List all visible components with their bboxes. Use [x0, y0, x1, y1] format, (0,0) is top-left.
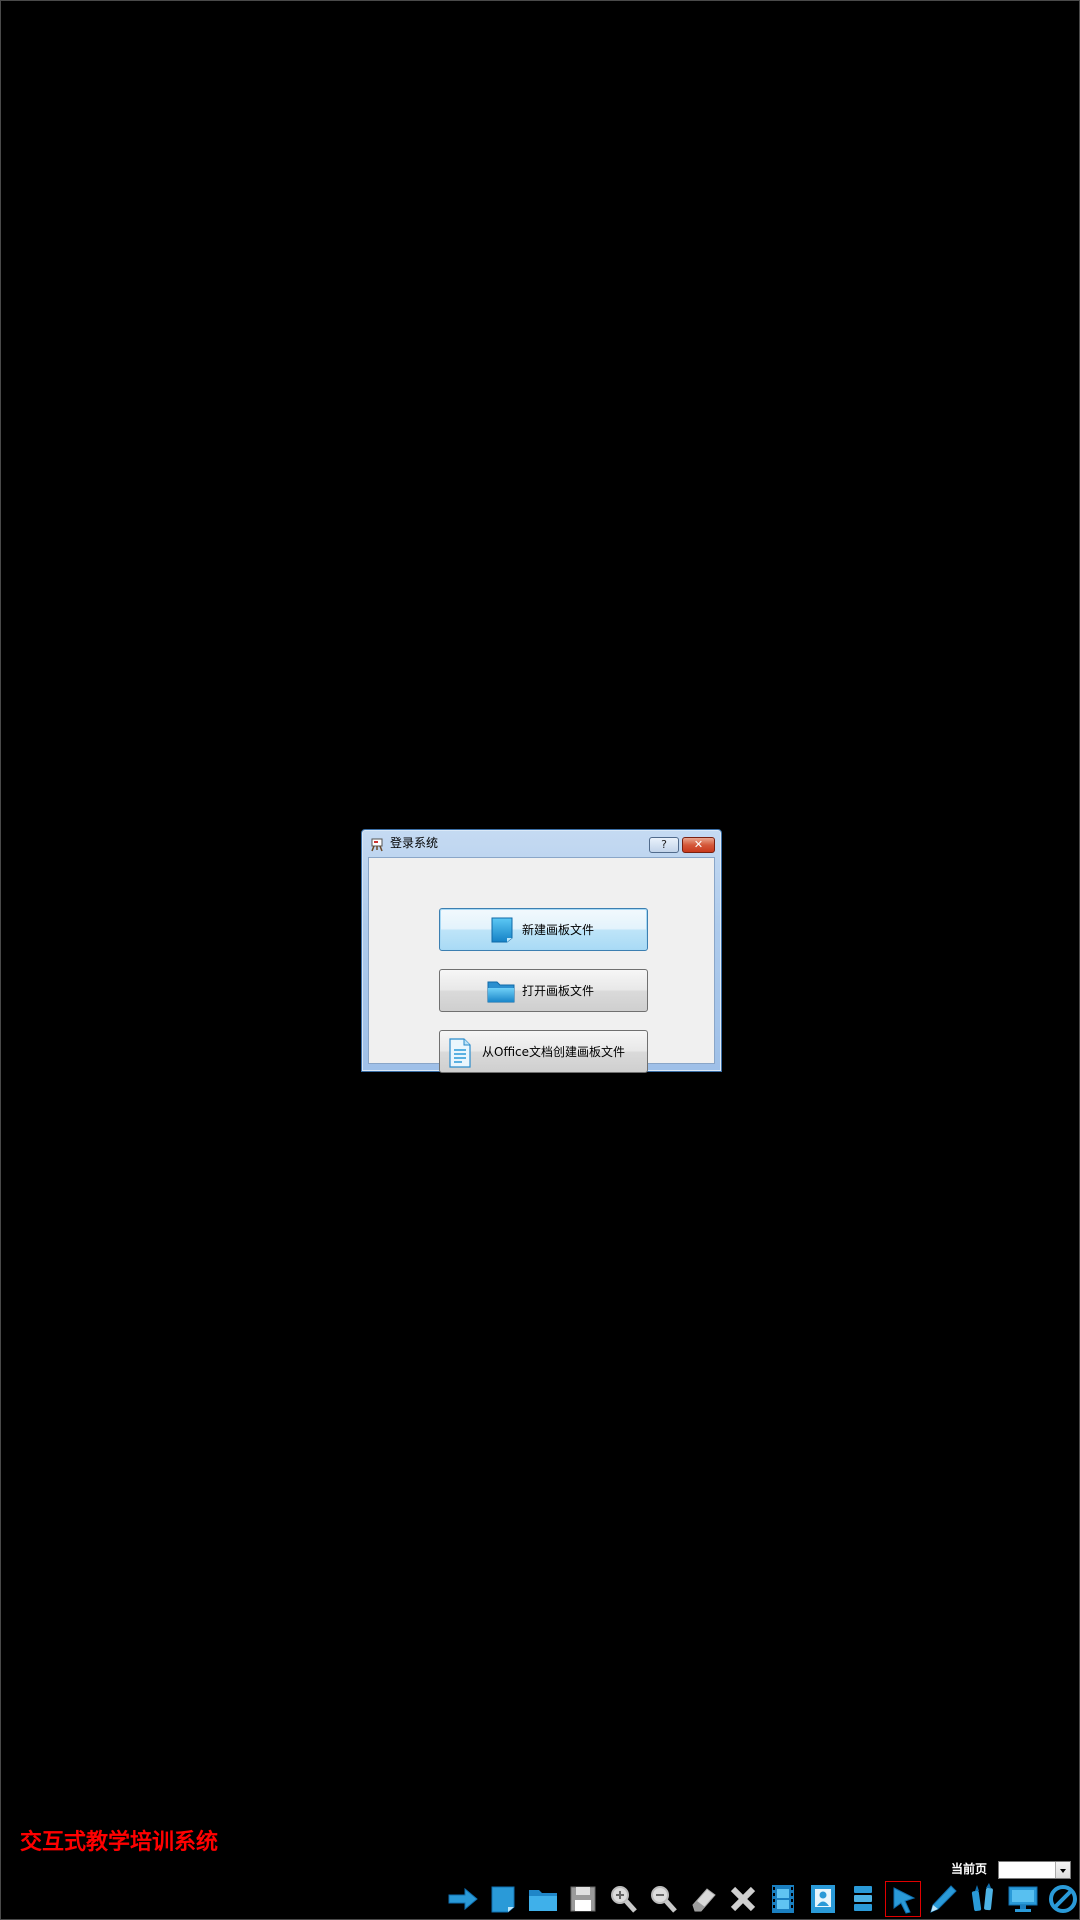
new-page-button[interactable]: [485, 1881, 521, 1917]
dialog-titlebar[interactable]: 登录系统 ? ✕: [362, 830, 721, 856]
zoom-out-button[interactable]: [645, 1881, 681, 1917]
app-title: 交互式教学培训系统: [20, 1830, 219, 1855]
new-board-file-label: 新建画板文件: [522, 923, 595, 937]
video-button[interactable]: [765, 1881, 801, 1917]
folder-icon: [486, 977, 516, 1008]
delete-x-icon: [730, 1886, 756, 1912]
dialog-body: 新建画板文件 打开画板文件 从Office文档创建画板文件: [368, 857, 715, 1073]
prohibit-icon: [1049, 1885, 1077, 1913]
film-icon: [772, 1885, 794, 1913]
new-page-icon: [489, 916, 515, 947]
layers-icon: [854, 1886, 872, 1911]
zoom-in-button[interactable]: [605, 1881, 641, 1917]
eraser-button[interactable]: [685, 1881, 721, 1917]
current-page-select[interactable]: [998, 1861, 1071, 1879]
picture-icon: [811, 1885, 835, 1913]
save-disk-icon: [570, 1886, 596, 1912]
new-board-file-button[interactable]: 新建画板文件: [439, 908, 648, 951]
pen-icon: [930, 1885, 957, 1913]
dialog-title: 登录系统: [390, 836, 439, 850]
pen-button[interactable]: [925, 1881, 961, 1917]
open-folder-icon: [529, 1890, 557, 1911]
pointer-icon: [893, 1887, 916, 1914]
zoom-out-icon: [651, 1886, 677, 1913]
image-button[interactable]: [805, 1881, 841, 1917]
markers-button[interactable]: [965, 1881, 1001, 1917]
layers-button[interactable]: [845, 1881, 881, 1917]
exit-button[interactable]: [1045, 1881, 1080, 1917]
monitor-icon: [1008, 1886, 1038, 1912]
close-button[interactable]: ✕: [682, 837, 715, 853]
eraser-icon: [692, 1888, 716, 1912]
login-dialog: 登录系统 ? ✕ 新建画板文件 打开画板文件 从Office文档创建画板文件: [361, 829, 722, 1073]
new-page-icon: [491, 1886, 515, 1913]
zoom-in-icon: [611, 1886, 637, 1913]
chevron-down-icon[interactable]: [1055, 1862, 1070, 1878]
document-icon: [448, 1038, 472, 1071]
bottom-toolbar: [441, 1881, 1080, 1917]
open-board-file-label: 打开画板文件: [522, 984, 595, 998]
delete-button[interactable]: [725, 1881, 761, 1917]
create-from-office-button[interactable]: 从Office文档创建画板文件: [439, 1030, 648, 1073]
next-arrow-icon: [448, 1887, 478, 1911]
select-pointer-button[interactable]: [885, 1881, 921, 1917]
next-page-button[interactable]: [445, 1881, 481, 1917]
markers-icon: [971, 1883, 993, 1912]
create-from-office-label: 从Office文档创建画板文件: [482, 1045, 626, 1059]
current-page-label: 当前页: [951, 1862, 988, 1876]
screen-button[interactable]: [1005, 1881, 1041, 1917]
desktop-canvas[interactable]: 登录系统 ? ✕ 新建画板文件 打开画板文件 从Office文档创建画板文件 交…: [0, 0, 1080, 1920]
save-button[interactable]: [565, 1881, 601, 1917]
open-board-file-button[interactable]: 打开画板文件: [439, 969, 648, 1012]
help-button[interactable]: ?: [649, 837, 679, 853]
open-folder-button[interactable]: [525, 1881, 561, 1917]
easel-icon: [370, 837, 384, 852]
